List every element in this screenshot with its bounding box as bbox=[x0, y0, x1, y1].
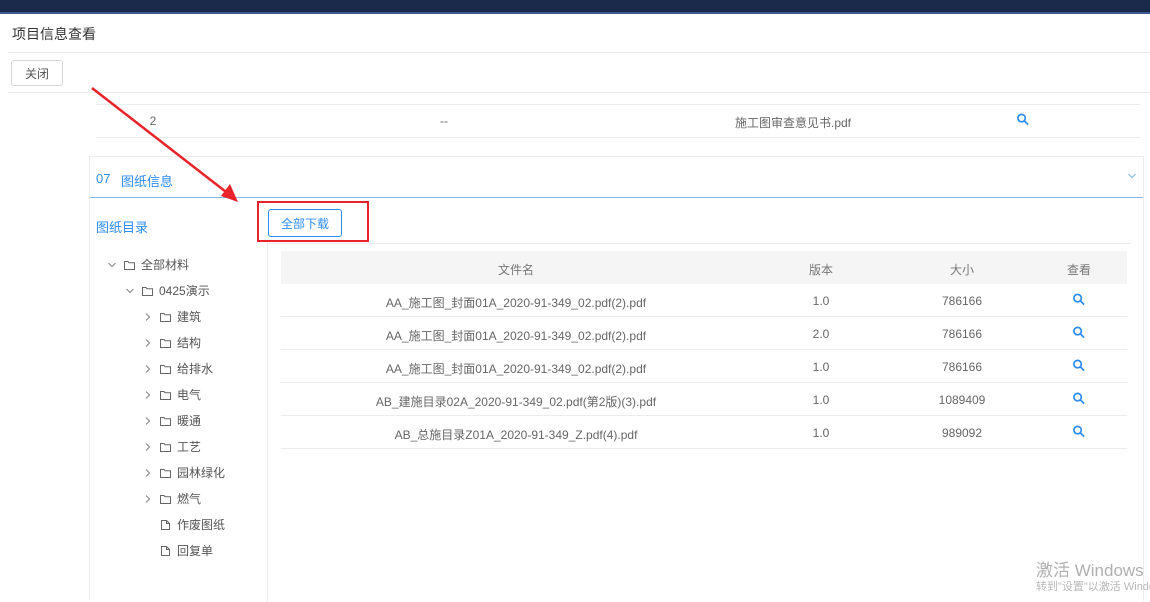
tree-label: 全部材料 bbox=[141, 258, 190, 272]
table-row: AA_施工图_封面01A_2020-91-349_02.pdf(2).pdf 1… bbox=[281, 350, 1127, 383]
tree-label: 0425演示 bbox=[159, 284, 210, 298]
cell-size: 786166 bbox=[941, 360, 983, 374]
folder-icon bbox=[160, 312, 171, 322]
search-icon[interactable] bbox=[1073, 425, 1086, 441]
chevron-down-icon[interactable] bbox=[124, 285, 136, 297]
cell-filename: AA_施工图_封面01A_2020-91-349_02.pdf(2).pdf bbox=[385, 362, 647, 376]
tree-label: 暖通 bbox=[177, 414, 202, 428]
folder-icon bbox=[160, 442, 171, 452]
folder-icon bbox=[160, 390, 171, 400]
cell-version: 1.0 bbox=[812, 294, 830, 308]
panel-header[interactable]: 07 图纸信息 bbox=[90, 157, 1143, 198]
table-header: 文件名 版本 大小 查看 bbox=[281, 251, 1127, 284]
tree-label: 给排水 bbox=[177, 362, 214, 376]
cell-filename: AA_施工图_封面01A_2020-91-349_02.pdf(2).pdf bbox=[385, 296, 647, 310]
search-icon[interactable] bbox=[1017, 113, 1030, 129]
section-title: 图纸信息 bbox=[121, 174, 174, 189]
tree-label: 回复单 bbox=[177, 544, 214, 558]
tree-title: 图纸目录 bbox=[96, 220, 149, 235]
search-icon[interactable] bbox=[1073, 392, 1086, 408]
annotation-highlight-box bbox=[257, 201, 369, 242]
chevron-right-icon[interactable] bbox=[142, 467, 154, 479]
folder-icon bbox=[160, 364, 171, 374]
tree-node-folder[interactable]: 园林绿化 bbox=[142, 464, 225, 481]
file-icon bbox=[161, 519, 170, 530]
chevron-right-icon[interactable] bbox=[142, 311, 154, 323]
tree-node-folder[interactable]: 建筑 bbox=[142, 308, 201, 325]
table-row: AA_施工图_封面01A_2020-91-349_02.pdf(2).pdf 1… bbox=[281, 284, 1127, 317]
tree-node-folder[interactable]: 结构 bbox=[142, 334, 201, 351]
folder-icon bbox=[142, 286, 153, 296]
top-bar bbox=[0, 0, 1150, 14]
cell-size: 786166 bbox=[941, 294, 983, 308]
table-row: 2 -- 施工图审查意见书.pdf bbox=[96, 104, 1140, 138]
folder-icon bbox=[160, 468, 171, 478]
tree-node-project[interactable]: 0425演示 bbox=[124, 282, 210, 299]
tree-label: 工艺 bbox=[177, 440, 202, 454]
tree-node-folder[interactable]: 工艺 bbox=[142, 438, 201, 455]
cell-size: 786166 bbox=[941, 327, 983, 341]
folder-icon bbox=[160, 416, 171, 426]
col-size: 大小 bbox=[949, 263, 975, 277]
chevron-down-icon[interactable] bbox=[106, 259, 118, 271]
tree-node-folder[interactable]: 燃气 bbox=[142, 490, 201, 507]
row-filename: 施工图审查意见书.pdf bbox=[734, 116, 852, 130]
chevron-right-icon[interactable] bbox=[142, 441, 154, 453]
tree-node-root[interactable]: 全部材料 bbox=[106, 256, 189, 273]
section-number: 07 bbox=[96, 171, 111, 186]
chevron-right-icon[interactable] bbox=[142, 415, 154, 427]
col-filename: 文件名 bbox=[497, 263, 535, 277]
cell-size: 1089409 bbox=[938, 393, 986, 407]
search-icon[interactable] bbox=[1073, 359, 1086, 375]
cell-filename: AB_总施目录Z01A_2020-91-349_Z.pdf(4).pdf bbox=[394, 428, 638, 442]
file-icon bbox=[161, 545, 170, 556]
chevron-right-icon[interactable] bbox=[142, 363, 154, 375]
table-row: AA_施工图_封面01A_2020-91-349_02.pdf(2).pdf 2… bbox=[281, 317, 1127, 350]
table-row: AB_总施目录Z01A_2020-91-349_Z.pdf(4).pdf 1.0… bbox=[281, 416, 1127, 449]
row-index: 2 bbox=[149, 114, 157, 128]
page-title: 项目信息查看 bbox=[12, 26, 96, 42]
cell-filename: AA_施工图_封面01A_2020-91-349_02.pdf(2).pdf bbox=[385, 329, 647, 343]
cell-version: 2.0 bbox=[812, 327, 830, 341]
col-version: 版本 bbox=[808, 263, 834, 277]
tree-node-file[interactable]: 作废图纸 bbox=[142, 516, 225, 533]
divider bbox=[268, 243, 1131, 244]
tree-label: 结构 bbox=[177, 336, 202, 350]
tree-node-folder[interactable]: 电气 bbox=[142, 386, 201, 403]
cell-size: 989092 bbox=[941, 426, 983, 440]
chevron-right-icon[interactable] bbox=[142, 493, 154, 505]
folder-icon bbox=[124, 260, 135, 270]
tree-label: 园林绿化 bbox=[177, 466, 226, 480]
folder-icon bbox=[160, 338, 171, 348]
cell-version: 1.0 bbox=[812, 426, 830, 440]
close-button[interactable]: 关闭 bbox=[11, 60, 63, 86]
tree-label: 建筑 bbox=[177, 310, 202, 324]
cell-version: 1.0 bbox=[812, 393, 830, 407]
activation-watermark-subtitle: 转到"设置"以激活 Windows。 bbox=[1036, 581, 1150, 593]
file-table: 文件名 版本 大小 查看 AA_施工图_封面01A_2020-91-349_02… bbox=[281, 251, 1127, 449]
drawing-info-panel: 07 图纸信息 图纸目录 全部下载 全部材料 0425演示 建筑 结构 给排水 … bbox=[89, 156, 1144, 602]
folder-icon bbox=[160, 494, 171, 504]
tree-label: 作废图纸 bbox=[177, 518, 226, 532]
search-icon[interactable] bbox=[1073, 293, 1086, 309]
cell-filename: AB_建施目录02A_2020-91-349_02.pdf(第2版)(3).pd… bbox=[375, 395, 657, 409]
chevron-right-icon[interactable] bbox=[142, 389, 154, 401]
tree-label: 燃气 bbox=[177, 492, 202, 506]
tree-node-folder[interactable]: 给排水 bbox=[142, 360, 213, 377]
cell-version: 1.0 bbox=[812, 360, 830, 374]
divider bbox=[8, 52, 1150, 53]
table-row: AB_建施目录02A_2020-91-349_02.pdf(第2版)(3).pd… bbox=[281, 383, 1127, 416]
row-dash: -- bbox=[440, 114, 448, 128]
chevron-right-icon[interactable] bbox=[142, 337, 154, 349]
col-view: 查看 bbox=[1066, 263, 1092, 277]
search-icon[interactable] bbox=[1073, 326, 1086, 342]
tree-label: 电气 bbox=[177, 388, 202, 402]
tree-node-folder[interactable]: 暖通 bbox=[142, 412, 201, 429]
divider bbox=[267, 242, 268, 602]
tree-node-file[interactable]: 回复单 bbox=[142, 542, 213, 559]
divider bbox=[8, 92, 1150, 93]
chevron-down-icon[interactable] bbox=[1127, 171, 1137, 181]
